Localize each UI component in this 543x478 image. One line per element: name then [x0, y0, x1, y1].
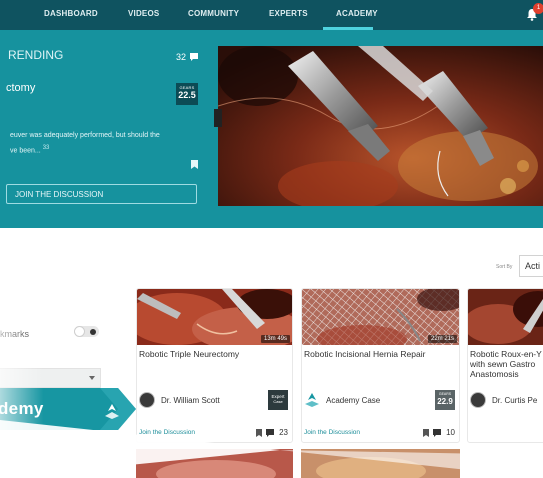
gears-value: 22.5	[178, 90, 196, 100]
sort-select-value: Acti	[525, 261, 541, 271]
avatar[interactable]	[139, 392, 155, 408]
gears-score-badge: GEARS 22.5	[176, 83, 198, 105]
nav-community[interactable]: COMMUNITY	[188, 9, 239, 18]
join-discussion-link[interactable]: Join the Discussion	[304, 429, 360, 436]
join-discussion-button[interactable]: JOIN THE DISCUSSION	[6, 184, 197, 204]
notification-badge: 1	[533, 3, 543, 14]
comment-icon	[266, 429, 274, 437]
trending-label: RENDING	[8, 48, 64, 62]
badge-line-2: Case	[273, 399, 283, 404]
video-thumbnail[interactable]	[301, 449, 460, 478]
video-thumbnail-image	[301, 449, 460, 478]
chat-bubble-icon	[190, 53, 198, 61]
academy-banner-text: demy	[0, 399, 44, 418]
top-navigation: DASHBOARD VIDEOS COMMUNITY EXPERTS ACADE…	[0, 0, 543, 30]
video-thumbnail[interactable]	[136, 449, 293, 478]
quote-line-1: euver was adequately performed, but shou…	[10, 132, 160, 139]
author-name[interactable]: Dr. William Scott	[161, 396, 220, 405]
hero-collapse-handle[interactable]	[214, 109, 222, 127]
hero-quote: euver was adequately performed, but shou…	[10, 129, 210, 157]
video-thumbnail[interactable]	[468, 289, 543, 345]
author-name[interactable]: Dr. Curtis Pe	[492, 396, 537, 405]
bookmark-icon[interactable]	[256, 429, 262, 437]
nav-academy[interactable]: ACADEMY	[336, 9, 378, 18]
video-duration: 22m 21s	[427, 335, 457, 343]
sort-select[interactable]: Acti	[519, 255, 543, 277]
chevron-down-icon	[89, 376, 95, 380]
nav-dashboard[interactable]: DASHBOARD	[44, 9, 98, 18]
video-thumbnail-image	[468, 289, 543, 345]
video-title[interactable]: Robotic Triple Neurectomy	[139, 349, 239, 359]
video-title-line-2: with sewn Gastro	[470, 359, 536, 369]
video-thumbnail-image	[136, 449, 293, 478]
expert-case-badge: Expert Case	[268, 390, 288, 410]
bookmarks-toggle[interactable]	[74, 326, 99, 337]
academy-logo-icon	[105, 404, 119, 419]
bookmarks-filter-label: kmarks	[0, 329, 29, 339]
quote-ref: 33	[42, 145, 50, 151]
quote-line-2: ve been...	[10, 147, 43, 155]
join-discussion-link[interactable]: Join the Discussion	[139, 429, 195, 436]
video-duration: 13m 49s	[260, 335, 290, 343]
video-title-line-3: Anastomosis	[470, 369, 519, 379]
filter-dropdown[interactable]	[0, 368, 101, 388]
sort-by-label: Sort By	[496, 264, 513, 270]
comment-count: 32	[176, 52, 187, 62]
nav-videos[interactable]: VIDEOS	[128, 9, 159, 18]
video-card[interactable]: 13m 49s Robotic Triple Neurectomy Dr. Wi…	[136, 288, 293, 443]
video-title[interactable]: Robotic Incisional Hernia Repair	[304, 349, 425, 359]
video-title-line-1: Robotic Roux-en-Y	[470, 349, 542, 359]
bookmark-icon[interactable]	[423, 429, 429, 437]
hero-video-title[interactable]: ctomy	[6, 82, 35, 94]
video-card[interactable]: 22m 21s Robotic Incisional Hernia Repair…	[301, 288, 460, 443]
hero-video-player[interactable]	[218, 46, 543, 206]
trending-hero: RENDING 32 ctomy GEARS 22.5 euver was ad…	[0, 30, 543, 228]
toggle-knob	[74, 326, 85, 337]
gears-score-badge: GEARS 22.9	[435, 390, 455, 410]
comment-count: 10	[446, 428, 455, 437]
comment-icon	[433, 429, 441, 437]
academy-logo-icon	[305, 393, 319, 407]
surgery-video-frame	[218, 46, 543, 206]
video-title[interactable]: Robotic Roux-en-Y with sewn Gastro Anast…	[470, 349, 542, 379]
video-card[interactable]: Robotic Roux-en-Y with sewn Gastro Anast…	[467, 288, 543, 443]
avatar[interactable]	[470, 392, 486, 408]
comment-count: 23	[279, 428, 288, 437]
author-name[interactable]: Academy Case	[326, 396, 380, 405]
toggle-indicator	[90, 329, 96, 335]
nav-experts[interactable]: EXPERTS	[269, 9, 308, 18]
badge-line-2: 22.9	[437, 397, 453, 406]
join-discussion-label: JOIN THE DISCUSSION	[15, 190, 104, 199]
bookmark-icon[interactable]	[191, 160, 198, 169]
